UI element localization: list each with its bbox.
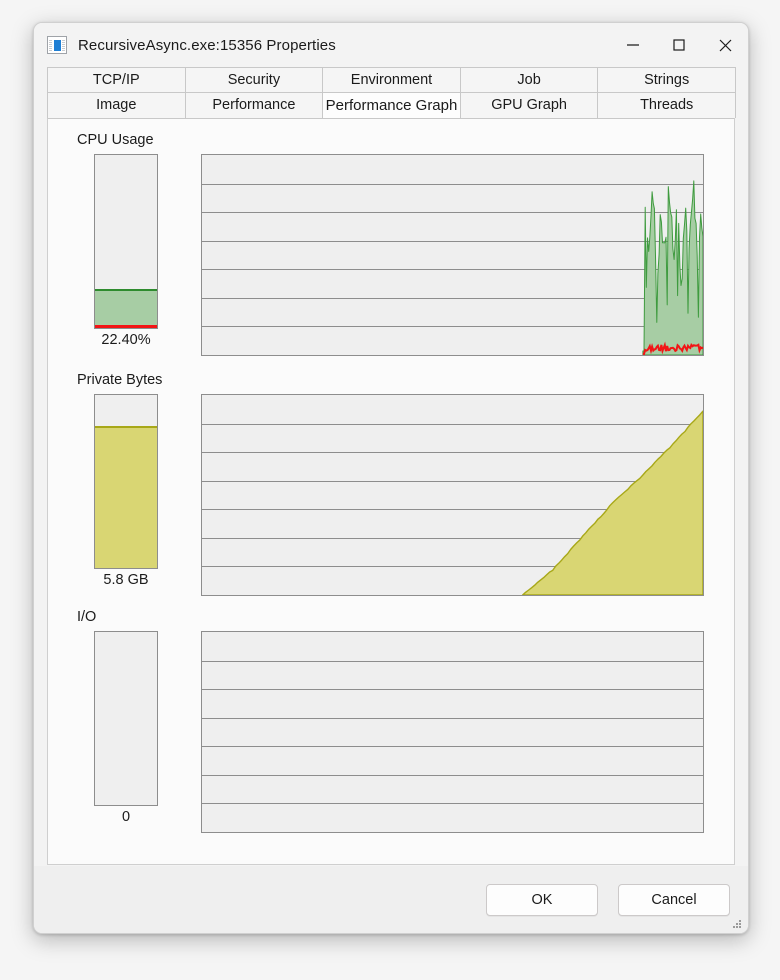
cpu-gauge-fill xyxy=(95,289,157,328)
private-bytes-value: 5.8 GB xyxy=(103,572,149,588)
tab-image[interactable]: Image xyxy=(47,92,186,118)
io-gauge xyxy=(94,631,158,806)
dialog-footer: OK Cancel xyxy=(34,865,748,933)
private-bytes-gauge-cap xyxy=(95,426,157,429)
tab-gpu-graph[interactable]: GPU Graph xyxy=(459,92,599,118)
tab-row-1: TCP/IP Security Environment Job Strings xyxy=(47,67,736,92)
io-value: 0 xyxy=(121,809,131,825)
resize-grip-icon[interactable] xyxy=(731,917,743,929)
cpu-gauge-cap xyxy=(95,289,157,292)
title-bar[interactable]: RecursiveAsync.exe:15356 Properties xyxy=(34,23,748,67)
ok-button[interactable]: OK xyxy=(486,883,598,916)
cpu-usage-gauge xyxy=(94,154,158,329)
cpu-usage-value: 22.40% xyxy=(101,332,151,348)
cpu-gauge-kernel-band xyxy=(95,325,157,328)
cancel-button[interactable]: Cancel xyxy=(618,883,730,916)
private-bytes-title: Private Bytes xyxy=(77,372,163,388)
performance-graph-panel: CPU Usage 22.40% Private Bytes 5.8 GB I/… xyxy=(47,118,735,865)
tab-performance-graph[interactable]: Performance Graph xyxy=(322,92,461,118)
tab-tcpip[interactable]: TCP/IP xyxy=(47,67,186,92)
cpu-usage-title: CPU Usage xyxy=(77,132,154,148)
tab-security[interactable]: Security xyxy=(184,67,324,92)
tab-performance[interactable]: Performance xyxy=(184,92,324,118)
private-bytes-gauge-fill xyxy=(95,426,157,568)
private-bytes-graph[interactable] xyxy=(201,394,704,596)
tab-strings[interactable]: Strings xyxy=(597,67,736,92)
process-properties-dialog: RecursiveAsync.exe:15356 Properties TCP/… xyxy=(33,22,749,934)
tab-environment[interactable]: Environment xyxy=(322,67,461,92)
io-graph[interactable] xyxy=(201,631,704,833)
window-title: RecursiveAsync.exe:15356 Properties xyxy=(78,36,336,54)
close-icon[interactable] xyxy=(702,23,748,67)
private-bytes-gauge xyxy=(94,394,158,569)
minimize-icon[interactable] xyxy=(610,23,656,67)
tab-job[interactable]: Job xyxy=(459,67,599,92)
tab-row-2: Image Performance Performance Graph GPU … xyxy=(47,92,736,118)
cpu-usage-graph[interactable] xyxy=(201,154,704,356)
tab-threads[interactable]: Threads xyxy=(597,92,736,118)
window-controls xyxy=(610,23,748,67)
icon-blue-square xyxy=(53,39,62,52)
maximize-icon[interactable] xyxy=(656,23,702,67)
process-properties-icon xyxy=(47,36,67,54)
icon-detail-right xyxy=(62,40,65,51)
icon-detail-left xyxy=(49,40,52,51)
io-title: I/O xyxy=(77,609,97,625)
desktop-background: RecursiveAsync.exe:15356 Properties TCP/… xyxy=(0,0,780,980)
tab-strip: TCP/IP Security Environment Job Strings … xyxy=(34,67,748,118)
